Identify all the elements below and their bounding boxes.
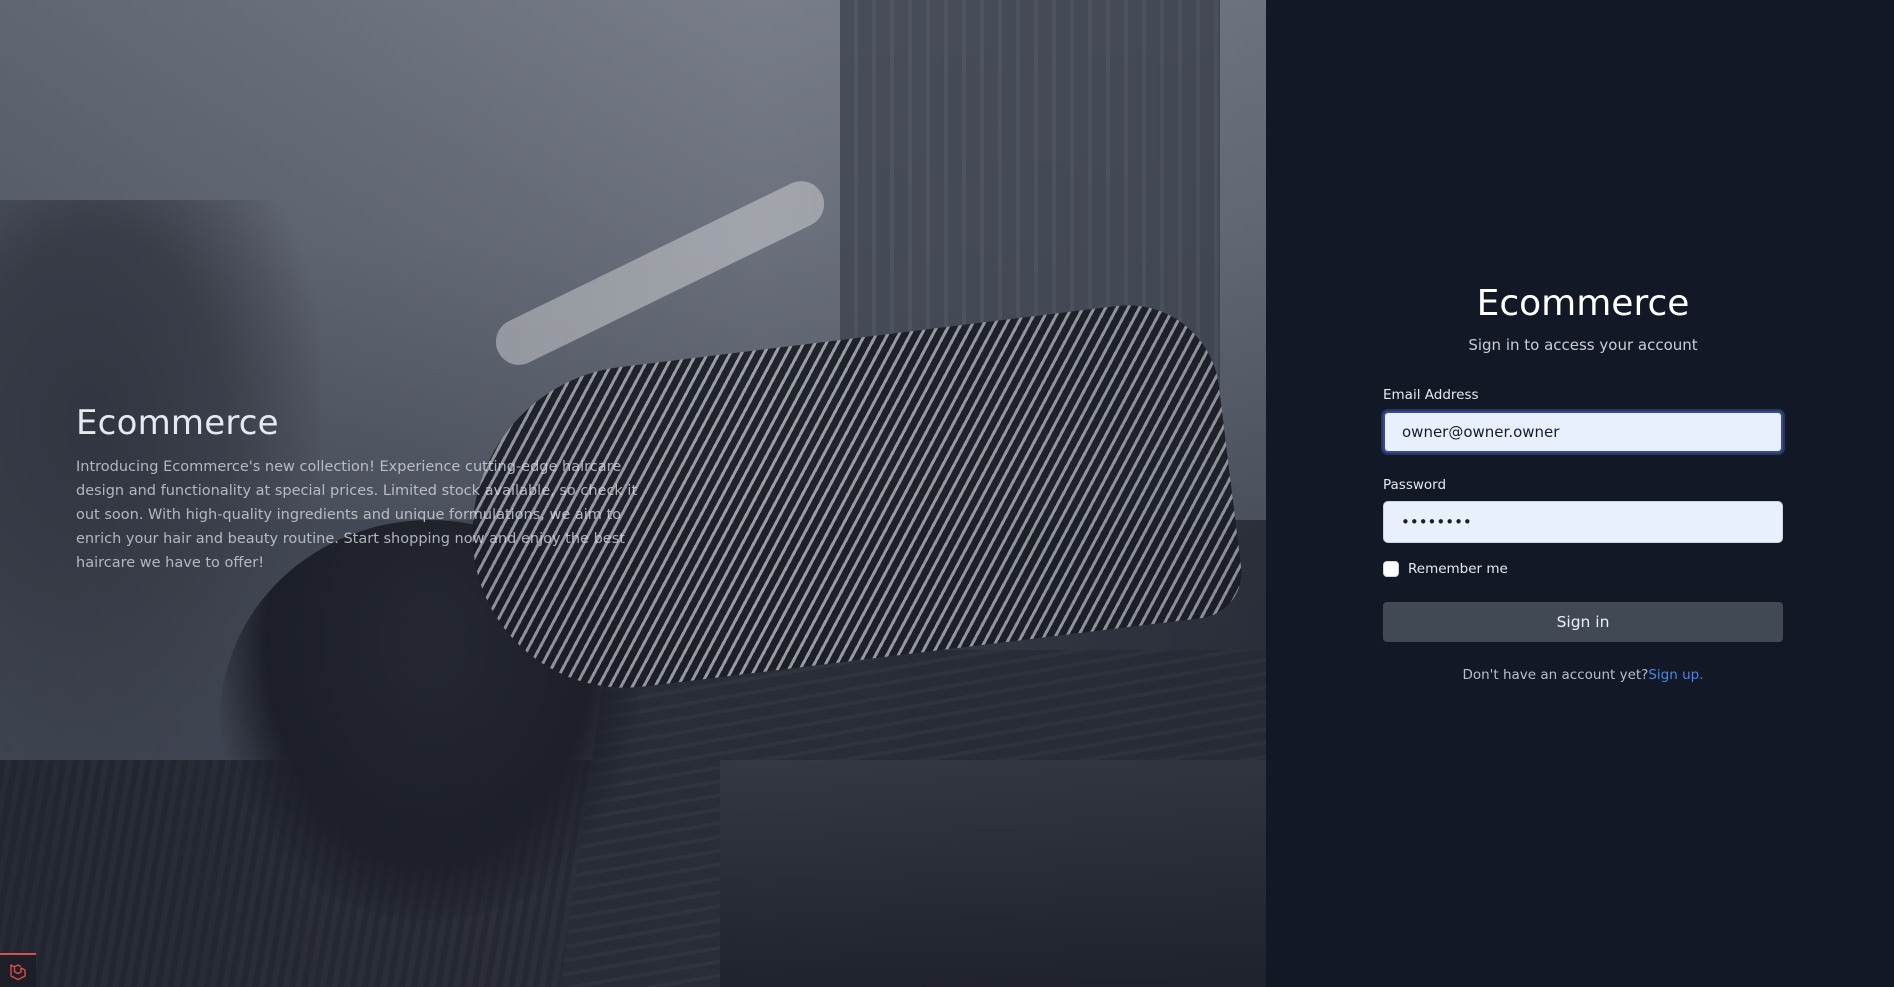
remember-me-checkbox[interactable] bbox=[1383, 561, 1399, 577]
login-panel: Ecommerce Sign in to access your account… bbox=[1266, 0, 1894, 987]
brand-title: Ecommerce bbox=[1476, 283, 1690, 324]
email-field-group: Email Address bbox=[1383, 387, 1783, 453]
login-subtitle: Sign in to access your account bbox=[1468, 336, 1698, 354]
signup-prompt-text: Don't have an account yet? bbox=[1462, 667, 1649, 683]
email-field[interactable] bbox=[1383, 411, 1783, 453]
sign-up-link[interactable]: Sign up bbox=[1648, 667, 1699, 683]
sign-in-button[interactable]: Sign in bbox=[1383, 602, 1783, 642]
hero-title: Ecommerce bbox=[76, 403, 279, 443]
email-label: Email Address bbox=[1383, 387, 1479, 403]
signup-prompt-row: Don't have an account yet?Sign up. bbox=[1383, 667, 1783, 683]
hero-content: Ecommerce Introducing Ecommerce's new co… bbox=[76, 403, 656, 575]
signup-suffix: . bbox=[1699, 667, 1704, 683]
hero-section: Ecommerce Introducing Ecommerce's new co… bbox=[0, 0, 1266, 987]
remember-me-row[interactable]: Remember me bbox=[1383, 561, 1783, 577]
password-field[interactable] bbox=[1383, 501, 1783, 543]
remember-me-label[interactable]: Remember me bbox=[1408, 561, 1508, 577]
hero-description: Introducing Ecommerce's new collection! … bbox=[76, 459, 638, 571]
password-field-group: Password bbox=[1383, 477, 1783, 543]
login-page: Ecommerce Introducing Ecommerce's new co… bbox=[0, 0, 1894, 987]
login-form: Ecommerce Sign in to access your account… bbox=[1383, 280, 1783, 683]
laravel-logo-icon[interactable] bbox=[0, 953, 36, 987]
password-label: Password bbox=[1383, 477, 1447, 493]
